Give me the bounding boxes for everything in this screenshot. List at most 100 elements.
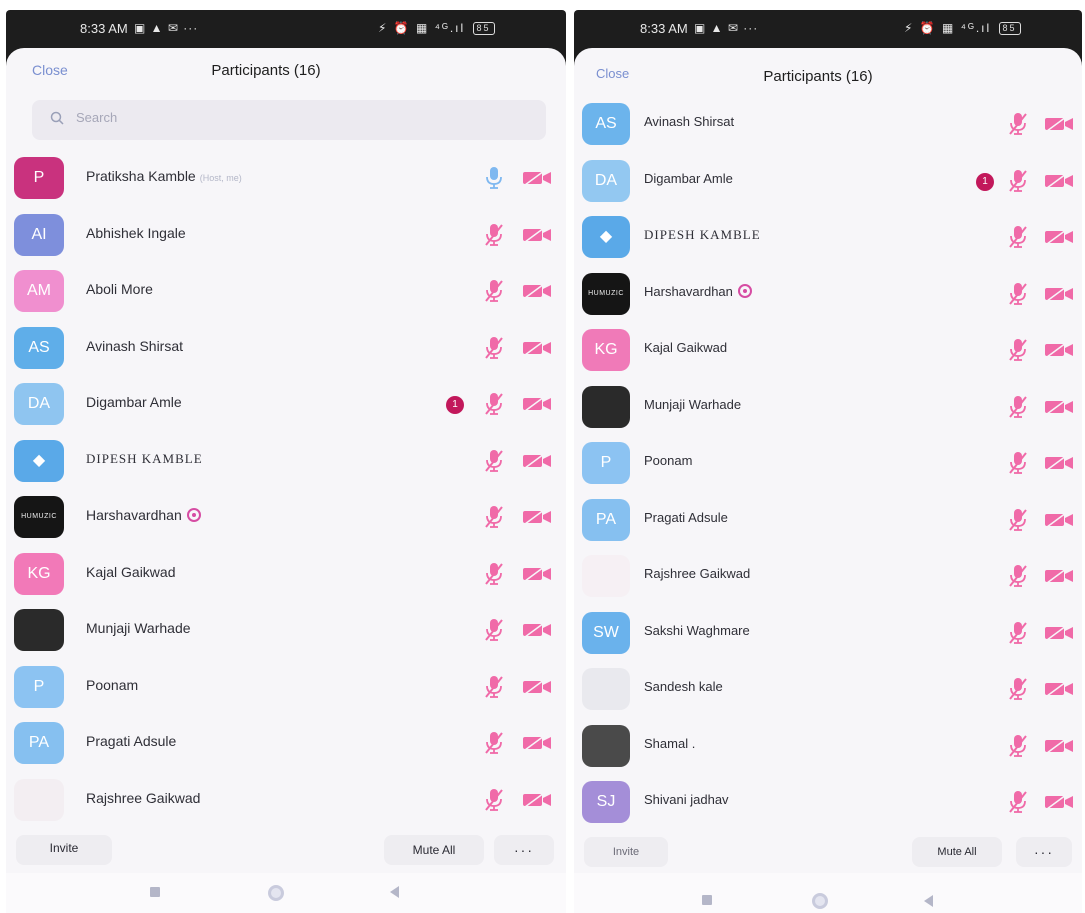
microphone-muted-icon[interactable] <box>484 618 504 642</box>
video-off-icon[interactable] <box>1044 229 1074 245</box>
video-off-icon[interactable] <box>1044 172 1074 189</box>
participant-row[interactable]: Munjaji Warhade <box>6 602 566 659</box>
participant-row[interactable]: P Pratiksha Kamble (Host, me) <box>6 150 566 207</box>
participant-row[interactable]: AS Avinash Shirsat <box>574 96 1082 153</box>
more-options-button[interactable]: ··· <box>494 835 554 865</box>
video-off-icon[interactable] <box>1044 737 1074 754</box>
participant-row[interactable]: PA Pragati Adsule <box>574 492 1082 549</box>
microphone-muted-icon[interactable] <box>484 223 504 247</box>
participant-row[interactable]: SJ Shivani jadhav <box>574 774 1082 831</box>
participant-row[interactable]: HUMUZIC Harshavardhan <box>6 489 566 546</box>
participant-row[interactable]: DA Digambar Amle 1 <box>574 153 1082 210</box>
video-off-icon[interactable] <box>1044 342 1074 358</box>
participant-row[interactable]: Shamal . <box>574 718 1082 775</box>
mute-all-button[interactable]: Mute All <box>384 835 484 865</box>
search-input[interactable] <box>76 110 376 125</box>
participant-name-text: DIPESH KAMBLE <box>86 450 203 466</box>
invite-button[interactable]: Invite <box>16 835 112 865</box>
video-off-icon[interactable] <box>1044 455 1074 471</box>
microphone-muted-icon[interactable] <box>1008 677 1028 701</box>
status-bar: 8:33 AM ▣ ▲ ✉ ··· ⚡ ⏰ ▦ ⁴ᴳ.ıl 85 <box>574 10 1082 50</box>
mute-all-button[interactable]: Mute All <box>912 837 1002 867</box>
video-off-icon[interactable] <box>522 565 552 582</box>
invite-button[interactable]: Invite <box>584 837 668 867</box>
recents-icon[interactable] <box>702 895 712 905</box>
microphone-muted-icon[interactable] <box>1008 621 1028 645</box>
microphone-muted-icon[interactable] <box>1008 508 1028 532</box>
video-off-icon[interactable] <box>522 396 552 412</box>
microphone-muted-icon[interactable] <box>1008 282 1028 306</box>
participant-row[interactable]: ◆ DIPESH KAMBLE <box>6 433 566 490</box>
page-title: Participants (16) <box>211 62 321 79</box>
participant-row[interactable]: DA Digambar Amle 1 <box>6 376 566 433</box>
system-nav-bar <box>6 873 566 913</box>
video-off-icon[interactable] <box>522 791 552 808</box>
microphone-muted-icon[interactable] <box>484 562 504 586</box>
participant-row[interactable]: HUMUZIC Harshavardhan <box>574 266 1082 323</box>
participant-name: Digambar Amle <box>86 394 182 410</box>
more-options-button[interactable]: ··· <box>1016 837 1072 867</box>
microphone-muted-icon[interactable] <box>1008 564 1028 588</box>
home-icon[interactable] <box>812 893 828 909</box>
microphone-muted-icon[interactable] <box>484 392 504 416</box>
microphone-icon[interactable] <box>484 166 504 190</box>
microphone-muted-icon[interactable] <box>484 675 504 699</box>
video-off-icon[interactable] <box>522 226 552 243</box>
participant-row[interactable]: AM Aboli More <box>6 263 566 320</box>
participant-row[interactable]: AI Abhishek Ingale <box>6 207 566 264</box>
video-off-icon[interactable] <box>522 452 552 469</box>
recents-icon[interactable] <box>150 887 160 897</box>
microphone-muted-icon[interactable] <box>484 505 504 529</box>
video-off-icon[interactable] <box>1044 681 1074 697</box>
video-off-icon[interactable] <box>1044 398 1074 415</box>
microphone-muted-icon[interactable] <box>484 336 504 360</box>
microphone-muted-icon[interactable] <box>1008 338 1028 362</box>
microphone-muted-icon[interactable] <box>484 449 504 473</box>
video-off-icon[interactable] <box>522 339 552 356</box>
participant-row[interactable]: KG Kajal Gaikwad <box>6 546 566 603</box>
microphone-muted-icon[interactable] <box>1008 112 1028 136</box>
video-off-icon[interactable] <box>1044 794 1074 810</box>
participant-row[interactable]: KG Kajal Gaikwad <box>574 322 1082 379</box>
participant-name-text: Munjaji Warhade <box>86 620 191 636</box>
participant-row[interactable]: Munjaji Warhade <box>574 379 1082 436</box>
video-off-icon[interactable] <box>1044 511 1074 528</box>
participant-row[interactable]: SW Sakshi Waghmare <box>574 605 1082 662</box>
participant-row[interactable]: Sandesh kale <box>574 661 1082 718</box>
microphone-muted-icon[interactable] <box>1008 395 1028 419</box>
participant-row[interactable]: Rajshree Gaikwad <box>6 772 566 829</box>
participant-row[interactable]: P Poonam <box>574 435 1082 492</box>
microphone-muted-icon[interactable] <box>1008 790 1028 814</box>
microphone-muted-icon[interactable] <box>1008 225 1028 249</box>
raised-hand-badge: 1 <box>976 172 994 191</box>
participant-row[interactable]: PA Pragati Adsule <box>6 715 566 772</box>
microphone-muted-icon[interactable] <box>1008 734 1028 758</box>
video-off-icon[interactable] <box>522 678 552 695</box>
video-off-icon[interactable] <box>522 622 552 638</box>
back-icon[interactable] <box>390 886 399 898</box>
video-off-icon[interactable] <box>522 509 552 525</box>
video-off-icon[interactable] <box>1044 116 1074 132</box>
microphone-muted-icon[interactable] <box>484 788 504 812</box>
microphone-muted-icon[interactable] <box>1008 451 1028 475</box>
home-icon[interactable] <box>268 885 284 901</box>
video-off-icon[interactable] <box>1044 285 1074 302</box>
search-bar[interactable] <box>32 100 546 140</box>
participant-name-text: Aboli More <box>86 281 153 297</box>
microphone-muted-icon[interactable] <box>484 279 504 303</box>
microphone-muted-icon[interactable] <box>1008 169 1028 193</box>
participant-row[interactable]: AS Avinash Shirsat <box>6 320 566 377</box>
video-off-icon[interactable] <box>1044 568 1074 584</box>
video-off-icon[interactable] <box>1044 624 1074 641</box>
avatar <box>582 668 630 710</box>
video-off-icon[interactable] <box>522 170 552 186</box>
participant-row[interactable]: ◆ DIPESH KAMBLE <box>574 209 1082 266</box>
back-icon[interactable] <box>924 895 933 907</box>
video-off-icon[interactable] <box>522 735 552 751</box>
microphone-muted-icon[interactable] <box>484 731 504 755</box>
participant-row[interactable]: Rajshree Gaikwad <box>574 548 1082 605</box>
participant-name-text: Sandesh kale <box>644 679 723 694</box>
video-off-icon[interactable] <box>522 283 552 299</box>
participant-name-text: Kajal Gaikwad <box>644 340 728 355</box>
participant-row[interactable]: P Poonam <box>6 659 566 716</box>
